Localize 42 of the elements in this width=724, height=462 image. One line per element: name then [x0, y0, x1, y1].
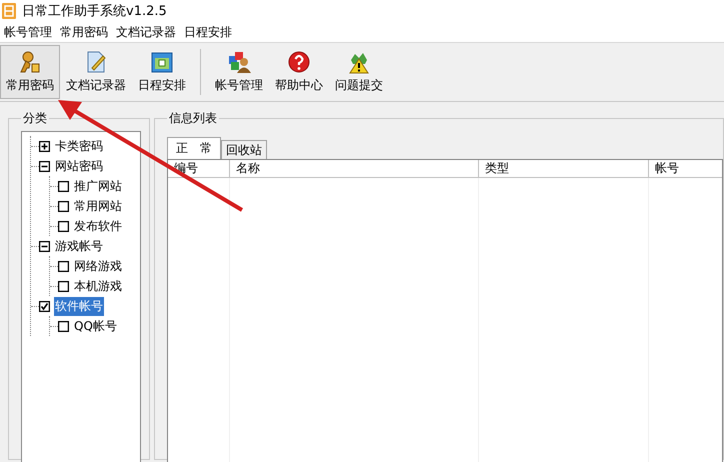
tree-item[interactable]: 卡类密码: [54, 136, 104, 156]
tree-item[interactable]: 游戏帐号: [54, 236, 104, 256]
tree-item[interactable]: 常用网站: [73, 196, 123, 216]
tree-item[interactable]: 软件帐号: [54, 296, 104, 316]
toolbar-button[interactable]: 日程安排: [132, 45, 192, 99]
toolbar-button[interactable]: 帐号管理: [209, 45, 269, 99]
tree-item[interactable]: 本机游戏: [73, 276, 123, 296]
checkbox[interactable]: [58, 260, 69, 272]
people-icon: [227, 50, 251, 74]
column-header[interactable]: 类型: [479, 160, 649, 177]
toolbar-button[interactable]: 常用密码: [0, 45, 60, 99]
tab[interactable]: 回收站: [221, 140, 267, 159]
group-title: 分类: [22, 110, 48, 127]
checkbox[interactable]: [39, 300, 50, 312]
group-title: 信息列表: [168, 110, 218, 127]
collapse-icon[interactable]: [39, 240, 50, 252]
calendar-icon: [150, 50, 174, 74]
menu-item[interactable]: 日程安排: [180, 24, 236, 40]
column-header[interactable]: 帐号: [649, 160, 724, 177]
tree-item[interactable]: 网络游戏: [73, 256, 123, 276]
menu-item[interactable]: 文档记录器: [112, 24, 180, 40]
checkbox[interactable]: [58, 320, 69, 332]
tree-item[interactable]: 网站密码: [54, 156, 104, 176]
menu-item[interactable]: 常用密码: [56, 24, 112, 40]
tree-item[interactable]: QQ帐号: [73, 316, 118, 336]
toolbar-button[interactable]: 文档记录器: [60, 45, 132, 99]
expand-icon[interactable]: [39, 140, 50, 152]
tab[interactable]: 正 常: [167, 137, 221, 159]
column-header[interactable]: 名称: [230, 160, 479, 177]
tree-item[interactable]: 推广网站: [73, 176, 123, 196]
key-icon: [18, 50, 42, 74]
tree-item[interactable]: 发布软件: [73, 216, 123, 236]
help-icon: [287, 50, 311, 74]
window-title: 日常工作助手系统v1.2.5: [22, 3, 167, 20]
collapse-icon[interactable]: [39, 160, 50, 172]
toolbar-button[interactable]: 帮助中心: [269, 45, 329, 99]
checkbox[interactable]: [58, 280, 69, 292]
menu-item[interactable]: 帐号管理: [0, 24, 56, 40]
checkbox[interactable]: [58, 220, 69, 232]
checkbox[interactable]: [58, 180, 69, 192]
toolbar-button[interactable]: 问题提交: [329, 45, 389, 99]
checkbox[interactable]: [58, 200, 69, 212]
